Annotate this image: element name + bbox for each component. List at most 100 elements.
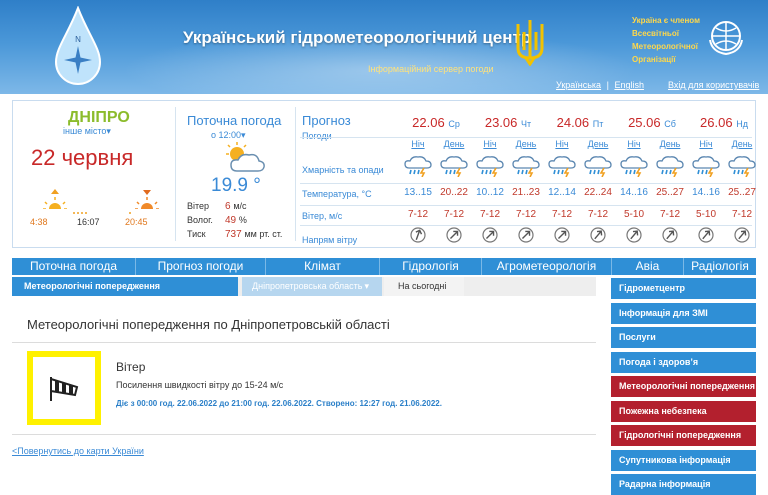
forecast-day-header: 23.06 Чт bbox=[484, 115, 532, 130]
period-selector[interactable]: На сьогодні bbox=[384, 277, 464, 296]
nav-radiology[interactable]: Радіологія bbox=[684, 258, 756, 275]
night-column-label: Ніч bbox=[699, 139, 713, 149]
row-label-clouds: Хмарність та опади bbox=[302, 165, 384, 175]
warning-icon-frame bbox=[27, 351, 101, 425]
windsock-icon bbox=[50, 377, 79, 401]
water-drop-logo-icon: N bbox=[54, 6, 102, 85]
side-menu-item[interactable]: Погода і здоров’я bbox=[611, 351, 756, 373]
cloud-rain-thunder-icon bbox=[620, 156, 648, 177]
chevron-down-icon: ▾ bbox=[364, 281, 370, 291]
side-menu-item[interactable]: Пожежна небезпека bbox=[611, 400, 756, 422]
side-menu-item[interactable]: Метеорологічні попередження bbox=[611, 376, 756, 397]
side-menu: Гідрометцентр Інформація для ЗМІ Послуги По… bbox=[611, 278, 756, 495]
row-label-temperature: Температура, °С bbox=[302, 189, 372, 199]
day-wind: 7-12 bbox=[659, 209, 680, 220]
night-column-label: Ніч bbox=[627, 139, 641, 149]
coat-of-arms-icon bbox=[516, 20, 544, 66]
cloud-rain-thunder-icon bbox=[584, 156, 612, 177]
lang-en-link[interactable]: English bbox=[614, 80, 644, 90]
side-menu-item[interactable]: Інформація для ЗМІ bbox=[611, 302, 756, 324]
divider bbox=[12, 342, 596, 343]
side-menu-item[interactable]: Послуги bbox=[611, 327, 756, 348]
cloud-rain-thunder-icon bbox=[692, 156, 720, 177]
day-wind: 7-12 bbox=[587, 209, 608, 220]
wind-direction-icon bbox=[410, 227, 426, 243]
site-title: Український гідрометеорологічний центр bbox=[183, 28, 532, 47]
warning-description: Посилення швидкості вітру до 15-24 м/с bbox=[116, 380, 284, 390]
night-column-label: Ніч bbox=[411, 139, 425, 149]
cloud-rain-thunder-icon bbox=[476, 156, 504, 177]
lang-ua-link[interactable]: Українська bbox=[556, 80, 601, 90]
forecast-day-header: 26.06 Нд bbox=[700, 115, 748, 130]
svg-text:N: N bbox=[75, 35, 81, 44]
current-time-selector[interactable]: о 12:00▾ bbox=[211, 130, 246, 141]
sunrise-time: 4:38 bbox=[30, 217, 48, 227]
row-divider bbox=[300, 225, 752, 226]
current-wind-row: Вітер 6 м/с bbox=[187, 201, 247, 212]
day-wind: 7-12 bbox=[731, 209, 752, 220]
day-column-label: День bbox=[515, 139, 537, 149]
forecast-day-header: 22.06 Ср bbox=[412, 115, 460, 130]
nav-climate[interactable]: Клімат bbox=[266, 258, 380, 275]
night-temperature: 13..15 bbox=[404, 187, 432, 198]
sub-nav: Метеорологічні попередження Дніпропетров… bbox=[12, 277, 596, 296]
sunrise-icon bbox=[41, 189, 69, 217]
row-divider bbox=[300, 183, 752, 184]
current-pressure-row: Тиск 737 мм рт. ст. bbox=[187, 229, 283, 240]
wind-direction-icon bbox=[446, 227, 462, 243]
cloud-rain-thunder-icon bbox=[404, 156, 432, 177]
side-menu-item[interactable]: Гідрометцентр bbox=[611, 278, 756, 299]
night-temperature: 10..12 bbox=[476, 187, 504, 198]
night-temperature: 14..16 bbox=[692, 187, 720, 198]
side-menu-item[interactable]: Радарна інформація bbox=[611, 474, 756, 495]
panel-divider bbox=[175, 107, 176, 241]
wmo-member-text: Україна є членом Всесвітньої Метеорологі… bbox=[632, 16, 701, 64]
night-column-label: Ніч bbox=[483, 139, 497, 149]
region-selector[interactable]: Дніпропетровська область ▾ bbox=[242, 277, 382, 296]
side-menu-item[interactable]: Гідрологічні попередження bbox=[611, 425, 756, 446]
day-temperature: 21..23 bbox=[512, 187, 540, 198]
night-wind: 5-10 bbox=[623, 209, 644, 220]
wind-direction-icon bbox=[734, 227, 750, 243]
back-to-map-link[interactable]: <Повернутись до карти України bbox=[12, 446, 144, 456]
nav-forecast[interactable]: Прогноз погоди bbox=[136, 258, 266, 275]
wind-direction-icon bbox=[554, 227, 570, 243]
cloud-rain-thunder-icon bbox=[440, 156, 468, 177]
main-nav: Поточна погода Прогноз погоди Клімат Гід… bbox=[12, 258, 756, 275]
wind-direction-icon bbox=[662, 227, 678, 243]
nav-hydrology[interactable]: Гідрологія bbox=[380, 258, 482, 275]
warning-period: Діє з 00:00 год. 22.06.2022 до 21:00 год… bbox=[116, 399, 442, 408]
nav-aviation[interactable]: Авіа bbox=[612, 258, 684, 275]
weather-panel: ДНІПРО інше місто▾ 22 червня 4:38 16:07 … bbox=[12, 100, 756, 248]
wind-direction-icon bbox=[590, 227, 606, 243]
current-weather-title: Поточна погода bbox=[187, 113, 282, 128]
nav-current-weather[interactable]: Поточна погода bbox=[12, 258, 136, 275]
side-menu-item[interactable]: Супутникова інформація bbox=[611, 449, 756, 471]
warning-title: Вітер bbox=[116, 360, 146, 374]
page-title: Метеорологічні попередження по Дніпропет… bbox=[27, 317, 390, 332]
day-column-label: День bbox=[731, 139, 753, 149]
nav-agrometeorology[interactable]: Агрометеорологія bbox=[482, 258, 612, 275]
wind-direction-icon bbox=[698, 227, 714, 243]
login-link[interactable]: Вхід для користувачів bbox=[668, 80, 759, 90]
current-date: 22 червня bbox=[31, 145, 134, 170]
wind-direction-icon bbox=[518, 227, 534, 243]
cloud-rain-thunder-icon bbox=[656, 156, 684, 177]
night-column-label: Ніч bbox=[555, 139, 569, 149]
row-label-wind-direction: Напрям вітру bbox=[302, 235, 358, 245]
day-wind: 7-12 bbox=[443, 209, 464, 220]
forecast-day-header: 24.06 Пт bbox=[556, 115, 604, 130]
other-city-link[interactable]: інше місто▾ bbox=[63, 126, 111, 137]
chevron-down-icon: ▾ bbox=[241, 130, 246, 140]
city-name: ДНІПРО bbox=[68, 109, 130, 126]
day-length: 16:07 bbox=[77, 217, 100, 227]
night-temperature: 12..14 bbox=[548, 187, 576, 198]
day-column-label: День bbox=[659, 139, 681, 149]
day-temperature: 20..22 bbox=[440, 187, 468, 198]
sunset-icon bbox=[133, 190, 161, 217]
site-subtitle: Інформаційний сервер погоди bbox=[368, 64, 494, 74]
site-header: N Український гідрометеорологічний центр… bbox=[0, 0, 768, 94]
cloud-rain-thunder-icon bbox=[512, 156, 540, 177]
night-wind: 7-12 bbox=[551, 209, 572, 220]
tab-meteo-warnings[interactable]: Метеорологічні попередження bbox=[12, 277, 238, 296]
